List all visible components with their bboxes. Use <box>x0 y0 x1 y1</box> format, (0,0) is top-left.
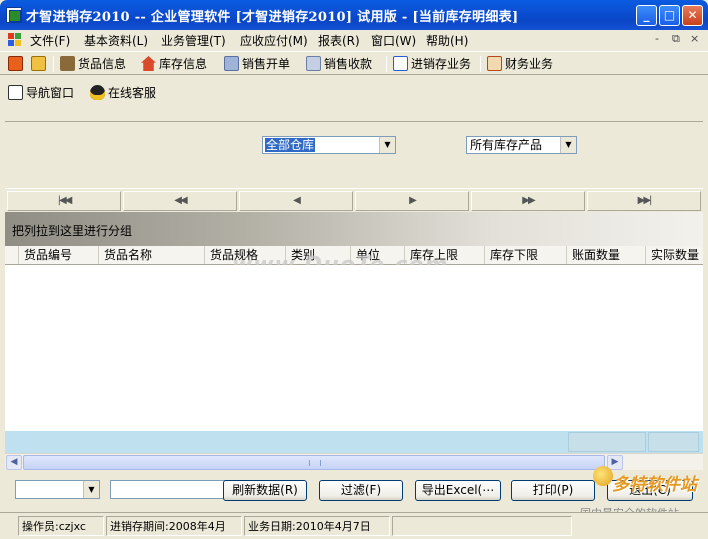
maximize-button[interactable]: □ <box>659 5 680 26</box>
toolbar-separator <box>480 56 481 72</box>
nav-next-button[interactable]: ▶ <box>355 191 469 211</box>
toolbar-sales-receipt[interactable]: 销售收款 <box>306 55 372 73</box>
power-icon <box>8 56 23 71</box>
record-navigator: |◀◀ ◀◀ ◀ ▶ ▶▶ ▶▶| <box>5 188 703 212</box>
mdi-minimize-button[interactable]: - <box>655 32 659 45</box>
column-header[interactable]: 实际数量 <box>646 246 703 264</box>
nav-next-page-button[interactable]: ▶▶ <box>471 191 585 211</box>
status-bar: 操作员:czjxc 进销存期间:2008年4月 业务日期:2010年4月7日 <box>0 512 708 539</box>
online-service-button[interactable]: 在线客服 <box>90 84 156 102</box>
product-scope-select[interactable]: 所有库存产品 ▼ <box>466 136 577 154</box>
warehouse-select-value: 全部仓库 <box>265 138 316 152</box>
toolbar-stock-info[interactable]: 库存信息 <box>141 55 207 73</box>
online-service-label: 在线客服 <box>108 86 157 100</box>
menu-file[interactable]: 文件(F) <box>30 32 70 49</box>
key-icon <box>31 56 46 71</box>
title-bar[interactable]: 才智进销存2010 -- 企业管理软件 [才智进销存2010] 试用版 - [当… <box>0 0 708 30</box>
main-toolbar: 货品信息 库存信息 销售开单 销售收款 进销存业务 财务业务 <box>0 51 708 75</box>
toolbar-inventory-business-label: 进销存业务 <box>411 57 472 71</box>
column-header[interactable]: 货品名称 <box>99 246 205 264</box>
toolbar-key-button[interactable] <box>31 55 49 73</box>
nav-last-button[interactable]: ▶▶| <box>587 191 701 211</box>
menu-bar: 文件(F) 基本资料(L) 业务管理(T) 应收应付(M) 报表(R) 窗口(W… <box>0 30 708 50</box>
app-icon[interactable] <box>6 7 22 23</box>
toolbar-finance-business-label: 财务业务 <box>505 57 554 71</box>
toolbar-stock-info-label: 库存信息 <box>159 57 208 71</box>
grid-summary-row <box>5 431 703 453</box>
nav-window-button[interactable]: 导航窗口 <box>8 84 74 102</box>
chevron-down-icon[interactable]: ▼ <box>83 481 99 498</box>
column-header[interactable]: 货品编号 <box>19 246 99 264</box>
warehouse-select[interactable]: 全部仓库 ▼ <box>262 136 396 154</box>
column-header[interactable]: 库存下限 <box>485 246 567 264</box>
nav-window-icon <box>8 85 23 100</box>
brand-logo-icon <box>593 466 613 486</box>
grip-icon <box>309 460 321 466</box>
minimize-button[interactable]: _ <box>636 5 657 26</box>
nav-window-label: 导航窗口 <box>26 86 75 100</box>
close-button[interactable]: ✕ <box>682 5 703 26</box>
status-period: 进销存期间:2008年4月 <box>106 516 242 536</box>
menu-window[interactable]: 窗口(W) <box>371 32 416 49</box>
menu-business[interactable]: 业务管理(T) <box>161 32 226 49</box>
nav-prev-page-button[interactable]: ◀◀ <box>123 191 237 211</box>
toolbar-finance-business[interactable]: 财务业务 <box>487 55 553 73</box>
status-operator: 操作员:czjxc <box>18 516 104 536</box>
goods-icon <box>60 56 75 71</box>
toolbar-inventory-business[interactable]: 进销存业务 <box>393 55 471 73</box>
summary-cell <box>648 432 699 452</box>
mdi-restore-button[interactable]: ⧉ <box>672 32 680 46</box>
toolbar-sales-receipt-label: 销售收款 <box>324 57 373 71</box>
toolbar-goods-info[interactable]: 货品信息 <box>60 55 126 73</box>
chevron-down-icon[interactable]: ▼ <box>379 137 395 153</box>
grid-body[interactable] <box>5 265 703 431</box>
receipt-icon <box>306 56 321 71</box>
nav-first-button[interactable]: |◀◀ <box>7 191 121 211</box>
document-icon <box>393 56 408 71</box>
chevron-down-icon[interactable]: ▼ <box>560 137 576 153</box>
product-scope-select-value: 所有库存产品 <box>470 138 543 152</box>
menu-help[interactable]: 帮助(H) <box>426 32 468 49</box>
nav-prev-button[interactable]: ◀ <box>239 191 353 211</box>
brand-name: 多特软件站 <box>612 475 697 495</box>
sales-order-icon <box>224 56 239 71</box>
group-by-panel[interactable]: 把列拉到这里进行分组 <box>5 212 703 246</box>
toolbar-goods-info-label: 货品信息 <box>78 57 127 71</box>
menu-basic-data[interactable]: 基本资料(L) <box>84 32 148 49</box>
print-button[interactable]: 打印(P) <box>511 480 595 501</box>
toolbar-separator <box>386 56 387 72</box>
scrollbar-thumb[interactable] <box>23 455 605 470</box>
toolbar-sales-order[interactable]: 销售开单 <box>224 55 290 73</box>
windows-logo-icon[interactable] <box>8 33 22 47</box>
refresh-button[interactable]: 刷新数据(R) <box>223 480 307 501</box>
column-header[interactable]: 账面数量 <box>567 246 646 264</box>
summary-cell <box>568 432 646 452</box>
export-excel-button[interactable]: 导出Excel(⋯ <box>415 480 501 501</box>
window-title: 才智进销存2010 -- 企业管理软件 [才智进销存2010] 试用版 - [当… <box>26 10 519 25</box>
house-icon <box>141 56 156 71</box>
penguin-icon <box>90 85 105 100</box>
toolbar-separator <box>53 56 54 72</box>
status-empty-cell <box>392 516 572 536</box>
mdi-close-button[interactable]: × <box>690 32 699 45</box>
scroll-left-icon[interactable]: ◀ <box>6 455 22 470</box>
toolbar-power-button[interactable] <box>8 55 26 73</box>
menu-receivables[interactable]: 应收应付(M) <box>240 32 308 49</box>
group-by-hint: 把列拉到这里进行分组 <box>12 224 133 238</box>
filter-panel: 全部仓库 ▼ 所有库存产品 ▼ <box>5 121 703 187</box>
field-select[interactable]: ▼ <box>15 480 100 499</box>
toolbar-sales-order-label: 销售开单 <box>242 57 291 71</box>
ledger-icon <box>487 56 502 71</box>
row-indicator-header <box>5 246 19 264</box>
status-business-date: 业务日期:2010年4月7日 <box>244 516 390 536</box>
menu-reports[interactable]: 报表(R) <box>318 32 360 49</box>
secondary-toolbar: 导航窗口 在线客服 <box>0 82 708 104</box>
filter-button[interactable]: 过滤(F) <box>319 480 403 501</box>
